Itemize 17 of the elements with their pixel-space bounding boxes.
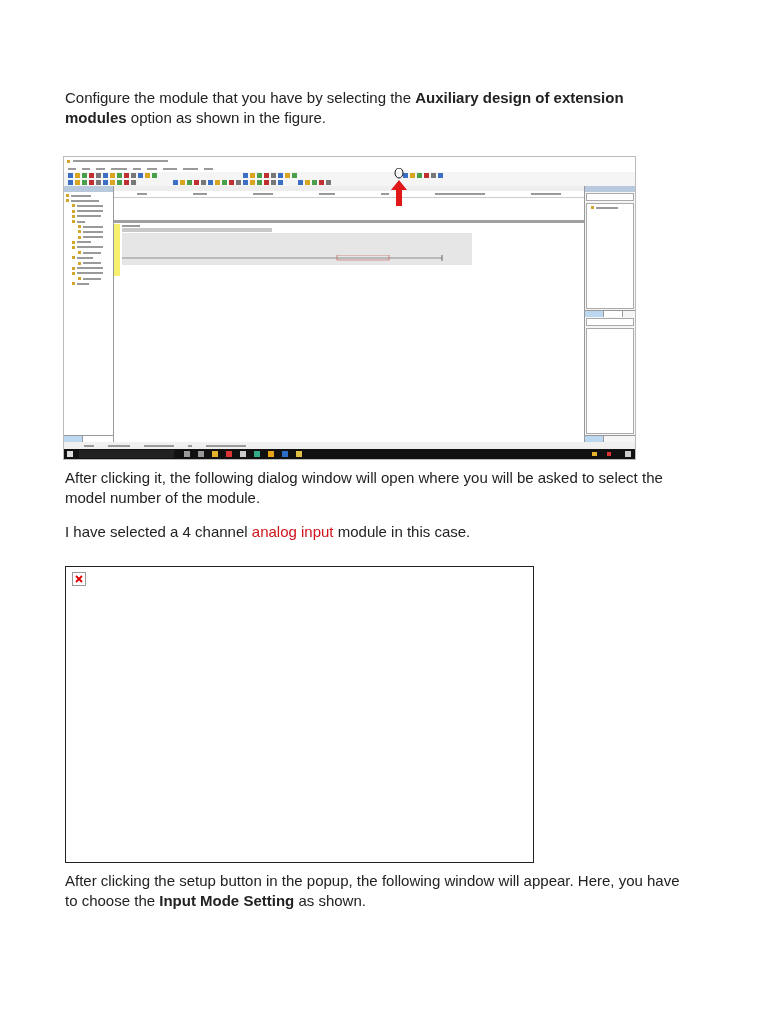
category-dropdown[interactable] <box>586 318 634 326</box>
app-icon <box>67 159 70 163</box>
panel-tab[interactable] <box>585 436 604 442</box>
highlight-arrow-drawing <box>389 168 409 208</box>
panel-tab[interactable] <box>585 311 604 317</box>
panel-tab[interactable] <box>604 311 623 317</box>
paragraph: After clicking the setup button in the popup, the following window will appear. Here, you have to choose the Input Mode Setting as shown. <box>65 871 681 911</box>
system-tray-drawing <box>592 450 632 458</box>
paragraph: Configure the module that you have by selecting the Auxiliary design of extension modules option as shown in the figure. <box>65 88 625 128</box>
search-field[interactable] <box>79 450 174 458</box>
panel-tab[interactable] <box>64 436 83 442</box>
library-dropdown[interactable] <box>586 193 634 201</box>
broken-image-icon <box>72 572 86 586</box>
paragraph: After clicking it, the following dialog window will open where you will be asked to select the model number of the module. <box>65 468 664 508</box>
power-rail <box>114 224 120 276</box>
link[interactable]: analog input <box>251 523 334 540</box>
paragraph: I have selected a 4 channel analog input module in this case. <box>65 522 472 542</box>
